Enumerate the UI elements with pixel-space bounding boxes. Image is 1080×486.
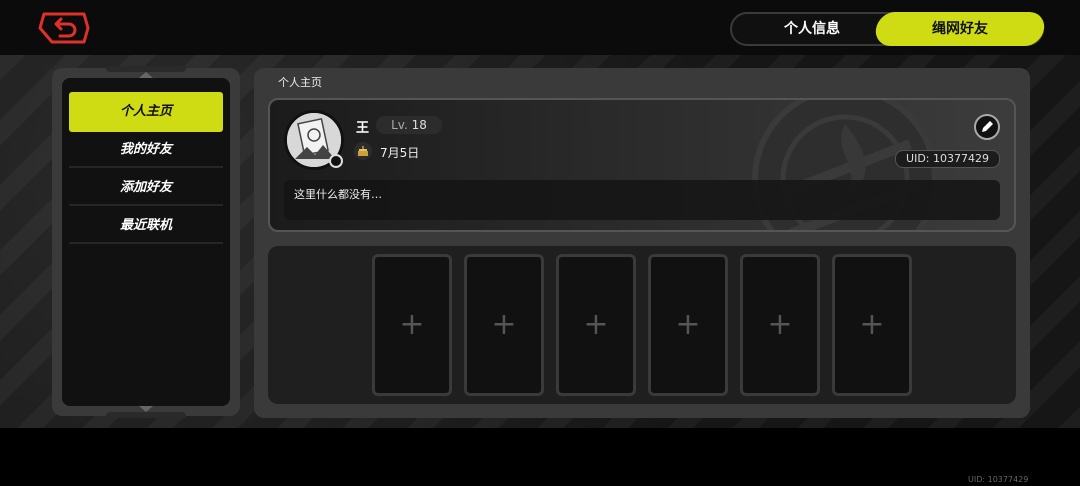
return-arrow-icon <box>38 12 90 44</box>
plus-icon: + <box>399 306 425 342</box>
menu-item-profile[interactable]: 个人主页 <box>69 92 223 132</box>
plus-icon: + <box>767 306 793 342</box>
showcase-slot-4[interactable]: + <box>648 254 728 396</box>
side-menu: 个人主页 我的好友 添加好友 最近联机 <box>62 78 230 406</box>
profile-card: 王 Lv. 18 7月5日 UID: 10377429 这里什么都没有… <box>268 98 1016 232</box>
showcase-slot-1[interactable]: + <box>372 254 452 396</box>
main-panel: 个人主页 王 Lv. 18 7月5日 UID: 10377429 这里什么都没有… <box>254 68 1030 418</box>
level-badge: Lv. 18 <box>376 116 442 134</box>
bio-text: 这里什么都没有… <box>294 188 382 201</box>
scroll-down-icon[interactable] <box>139 406 153 412</box>
plus-icon: + <box>583 306 609 342</box>
tab-friends-label: 绳网好友 <box>932 21 988 37</box>
showcase-slot-5[interactable]: + <box>740 254 820 396</box>
online-badge-icon <box>329 154 343 168</box>
edit-profile-button[interactable] <box>974 114 1000 140</box>
plus-icon: + <box>859 306 885 342</box>
birthday: 7月5日 <box>380 146 420 160</box>
bottom-band <box>0 428 1080 486</box>
tab-personal-info[interactable]: 个人信息 <box>732 12 892 46</box>
tab-inter-knot-friends[interactable]: 绳网好友 <box>873 12 1047 46</box>
bio-box: 这里什么都没有… <box>284 180 1000 220</box>
showcase-slots: + + + + + + <box>268 246 1016 404</box>
menu-item-recent-coop[interactable]: 最近联机 <box>69 208 223 244</box>
plus-icon: + <box>491 306 517 342</box>
plus-icon: + <box>675 306 701 342</box>
side-menu-panel: 个人主页 我的好友 添加好友 最近联机 <box>52 66 240 418</box>
page-title: 个人主页 <box>278 76 322 89</box>
showcase-slot-3[interactable]: + <box>556 254 636 396</box>
cake-icon <box>354 142 372 160</box>
footer-uid: UID: 10377429 <box>968 475 1029 484</box>
panel-notch-bottom <box>106 412 186 418</box>
showcase-slot-2[interactable]: + <box>464 254 544 396</box>
uid-label: UID: 10377429 <box>895 150 1000 168</box>
menu-item-add-friend[interactable]: 添加好友 <box>69 170 223 206</box>
pencil-icon <box>982 121 993 132</box>
showcase-slot-6[interactable]: + <box>832 254 912 396</box>
level-value: 18 <box>411 118 427 132</box>
level-prefix: Lv. <box>391 118 408 132</box>
username: 王 <box>356 121 370 136</box>
top-tab-switcher: 个人信息 绳网好友 <box>730 12 1047 46</box>
menu-item-my-friends[interactable]: 我的好友 <box>69 132 223 168</box>
back-button[interactable] <box>38 12 90 44</box>
